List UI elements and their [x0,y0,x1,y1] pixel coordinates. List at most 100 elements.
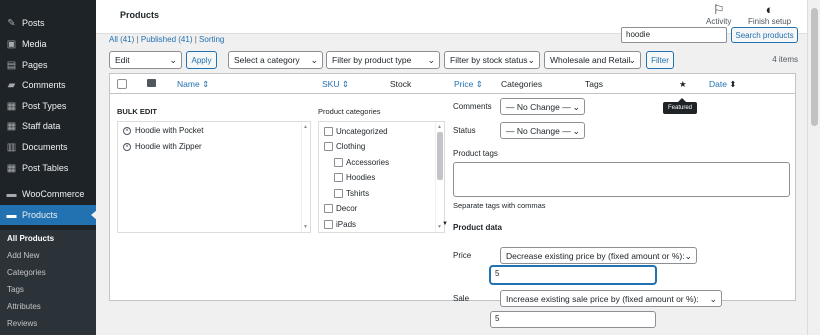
product-categories-list: Uncategorized Clothing Accessories Hoodi… [318,121,445,233]
filter-button[interactable]: Filter [646,51,674,69]
bulk-edit-title: BULK EDIT [117,107,157,116]
chevron-down-icon: ⌄ [310,55,318,65]
finish-setup-button[interactable]: ◐ Finish setup [748,2,792,27]
stock-status-select[interactable]: Filter by stock status ⌄ [444,51,540,69]
post-types-icon: ▦ [6,100,17,112]
category-select[interactable]: Select a category ⌄ [228,51,323,69]
category-checkbox[interactable]: Clothing [324,142,365,151]
sort-icon: ⇕ [202,79,210,89]
sale-label: Sale [453,294,470,303]
submenu-categories[interactable]: Categories [7,268,46,277]
price-action-select[interactable]: Decrease existing price by (fixed amount… [500,247,697,264]
chevron-down-icon: ⌄ [709,294,717,304]
sidebar-item-comments[interactable]: ▰ Comments [0,75,96,95]
column-categories: Categories [501,79,543,89]
search-products-button[interactable]: Search products [731,27,798,43]
status-label: Status [453,126,476,135]
sorting-link[interactable]: Sorting [199,35,224,44]
product-type-select[interactable]: Filter by product type ⌄ [326,51,440,69]
media-icon: ▣ [6,38,17,50]
activity-button[interactable]: ⚐ Activity [706,2,731,27]
caret-down-icon: ▼ [442,221,448,227]
submenu-add-new[interactable]: Add New [7,251,39,260]
category-checkbox[interactable]: Hoodies [334,173,375,182]
submenu-tags[interactable]: Tags [7,285,24,294]
finish-setup-label: Finish setup [748,17,792,26]
staff-data-icon: ▦ [6,120,17,132]
product-tags-textarea[interactable] [453,162,790,197]
sale-change-input[interactable]: 5 [490,311,656,328]
submenu-attributes[interactable]: Attributes [7,302,41,311]
sort-desc-icon: ⬍ [729,79,737,89]
price-label: Price [453,251,472,260]
category-checkbox[interactable]: Tshirts [334,189,369,198]
category-checkbox[interactable]: Accessories [334,158,389,167]
flag-icon: ⚐ [712,2,725,17]
scroll-up-icon[interactable]: ▲ [303,124,308,130]
column-tags: Tags [585,79,603,89]
chevron-down-icon: ⌄ [684,251,692,261]
remove-icon[interactable]: × [123,142,131,151]
sidebar-item-post-tables[interactable]: ▦ Post Tables [0,158,96,178]
filter-published-link[interactable]: Published (41) [141,35,193,44]
remove-icon[interactable]: × [123,126,131,135]
page-scrollbar[interactable] [807,0,820,335]
column-stock: Stock [390,79,412,89]
sidebar-item-label: Post Tables [22,163,69,173]
chevron-down-icon: ⌄ [169,55,177,65]
chevron-down-icon: ⌄ [527,55,535,65]
scroll-thumb[interactable] [437,132,443,180]
image-icon [147,79,156,87]
search-input[interactable]: hoodie [621,27,727,43]
submenu-reviews[interactable]: Reviews [7,319,37,328]
chevron-down-icon: ⌄ [427,55,435,65]
sidebar-item-products[interactable]: ▬ Products [0,205,97,225]
items-count: 4 items [772,55,798,64]
admin-sidebar: ✎ Posts ▣ Media ▤ Pages ▰ Comments ▦ Pos… [0,0,97,335]
category-checkbox[interactable]: iPads [324,220,356,229]
scroll-down-icon[interactable]: ▼ [303,224,308,230]
price-change-input[interactable]: 5 [490,266,656,284]
sidebar-item-pages[interactable]: ▤ Pages [0,55,96,75]
category-checkbox[interactable]: Uncategorized [324,127,388,136]
sidebar-item-posts[interactable]: ✎ Posts [0,13,96,33]
view-select[interactable]: Wholesale and Retail ⌄ [544,51,641,69]
column-name[interactable]: Name ⇕ [177,79,209,90]
sidebar-item-staff-data[interactable]: ▦ Staff data [0,116,96,136]
sidebar-item-label: Staff data [22,121,61,131]
list-scrollbar[interactable]: ▲ ▼ [435,122,444,232]
status-select[interactable]: — No Change — ⌄ [500,122,585,139]
bulk-action-select[interactable]: Edit ⌄ [109,51,182,69]
select-all-checkbox[interactable] [117,79,127,89]
column-sku[interactable]: SKU ⇕ [322,79,349,90]
sidebar-item-label: Products [22,210,58,220]
filter-all-link[interactable]: All (41) [109,35,134,44]
chevron-down-icon: ⌄ [572,102,580,112]
comments-select[interactable]: — No Change — ⌄ [500,98,585,115]
sidebar-item-label: Media [22,39,47,49]
products-table: Name ⇕ SKU ⇕ Stock Price ⇕ Categories Ta… [109,73,796,328]
column-price[interactable]: Price ⇕ [454,79,483,90]
sale-action-select[interactable]: Increase existing sale price by (fixed a… [500,290,722,307]
progress-circle-icon: ◐ [765,2,774,17]
column-date[interactable]: Date ⬍ [709,79,736,90]
featured-star-icon[interactable]: ★ [679,79,687,90]
sidebar-item-media[interactable]: ▣ Media [0,34,96,54]
product-categories-title: Product categories [318,107,381,116]
product-tags-label: Product tags [453,149,498,158]
post-tables-icon: ▦ [6,162,17,174]
list-scrollbar[interactable]: ▲ ▼ [301,122,310,232]
apply-button[interactable]: Apply [186,51,217,69]
category-checkbox[interactable]: Decor [324,204,357,213]
submenu-all-products[interactable]: All Products [7,234,54,243]
scroll-up-icon[interactable]: ▲ [437,124,442,130]
page-scroll-thumb[interactable] [811,8,818,126]
sidebar-item-woocommerce[interactable]: ▬ WooCommerce [0,184,96,204]
sidebar-item-label: Documents [22,142,68,152]
sidebar-item-post-types[interactable]: ▦ Post Types [0,96,96,116]
chevron-down-icon: ⌄ [628,55,636,65]
sidebar-item-label: Post Types [22,101,67,111]
sidebar-item-documents[interactable]: ▥ Documents [0,137,96,157]
table-header: Name ⇕ SKU ⇕ Stock Price ⇕ Categories Ta… [110,74,795,94]
product-data-title: Product data [453,223,502,232]
